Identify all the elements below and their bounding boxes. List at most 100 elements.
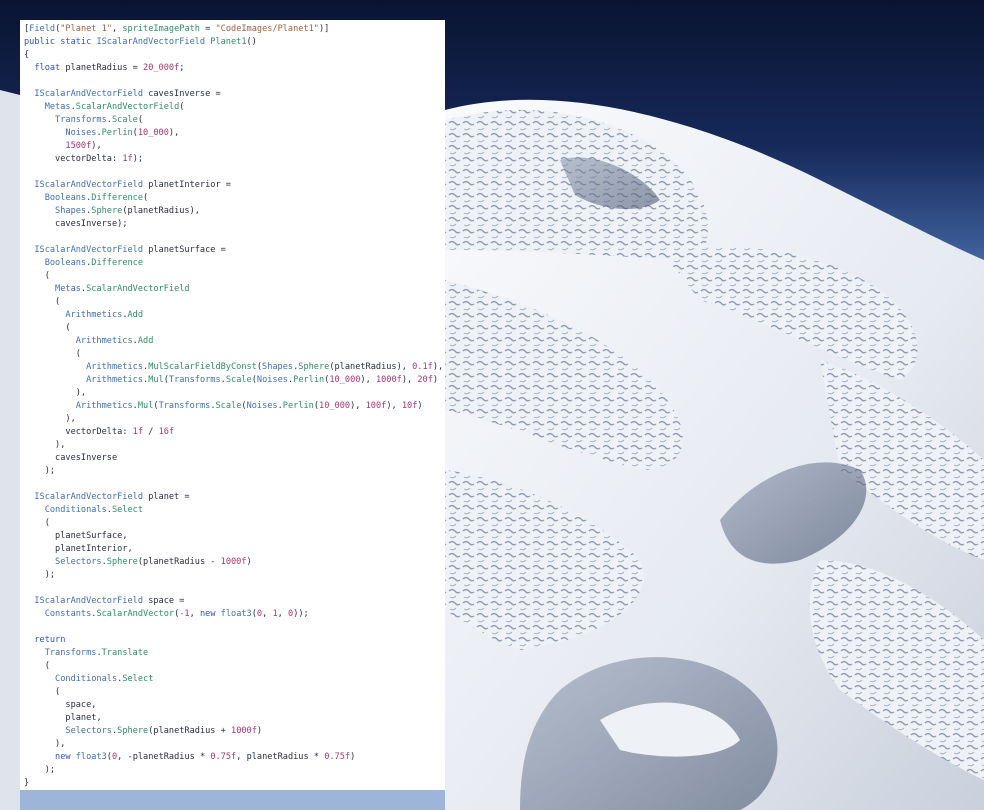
- code-token: ScalarAndVector: [96, 609, 175, 619]
- code-token: ScalarAndVectorField: [86, 284, 190, 294]
- code-token: Field: [29, 24, 56, 34]
- code-token: 1500f: [24, 141, 92, 151]
- code-token: Scale: [215, 401, 242, 411]
- code-token: Transforms: [24, 115, 107, 125]
- code-token: 10_000: [137, 128, 169, 138]
- code-token: Perlin: [293, 375, 325, 385]
- code-token: Select: [111, 505, 144, 515]
- code-token: ),: [24, 440, 66, 450]
- code-token: Perlin: [101, 128, 133, 138]
- code-token: (: [24, 661, 50, 671]
- code-token: /: [143, 427, 159, 437]
- code-panel: [Field("Planet 1", spriteImagePath = "Co…: [20, 20, 445, 790]
- code-token: Scale: [225, 375, 252, 385]
- code-line: Metas.ScalarAndVectorField(: [24, 101, 445, 114]
- code-token: IScalarAndVectorField: [24, 89, 149, 99]
- code-line: planetSurface,: [24, 530, 445, 543]
- code-token: Arithmetics: [24, 401, 133, 411]
- code-line: cavesInverse: [24, 452, 445, 465]
- code-token: (: [24, 297, 61, 307]
- code-token: -1: [179, 609, 190, 619]
- code-token: ),: [386, 401, 402, 411]
- code-token: Mul: [148, 375, 164, 385]
- code-token: Sphere: [117, 726, 149, 736]
- code-token: =: [210, 89, 221, 99]
- code-line: IScalarAndVectorField planetSurface =: [24, 244, 445, 257]
- code-token: space: [148, 596, 175, 606]
- code-token: vectorDelta: [24, 427, 123, 437]
- code-token: ),: [24, 388, 87, 398]
- code-line: (: [24, 322, 445, 335]
- code-token: planetRadius: [246, 752, 309, 762]
- code-token: IScalarAndVectorField: [24, 245, 149, 255]
- code-token: space: [24, 700, 92, 710]
- code-token: Booleans: [24, 193, 87, 203]
- code-token: *: [194, 752, 211, 762]
- code-token: planetSurface: [24, 531, 123, 541]
- code-line: (: [24, 517, 445, 530]
- code-token: ),: [189, 206, 200, 216]
- code-token: ScalarAndVectorField: [75, 102, 180, 112]
- code-token: ));: [293, 609, 309, 619]
- code-token: Conditionals: [24, 505, 107, 515]
- code-token: Scale: [111, 115, 138, 125]
- code-token: ,: [236, 752, 247, 762]
- code-token: (: [24, 518, 50, 528]
- code-token: planetRadius: [143, 557, 206, 567]
- code-token: *: [308, 752, 325, 762]
- code-line: new float3(0, -planetRadius * 0.75f, pla…: [24, 751, 445, 764]
- code-token: planetInterior: [148, 180, 221, 190]
- code-token: Conditionals: [24, 674, 118, 684]
- code-line: Arithmetics.Mul(Transforms.Scale(Noises.…: [24, 400, 445, 413]
- code-line: vectorDelta: 1f);: [24, 153, 445, 166]
- code-token: ,: [112, 24, 123, 34]
- code-token: planetRadius: [65, 63, 128, 73]
- code-token: spriteImagePath: [122, 24, 200, 34]
- code-token: =: [127, 63, 144, 73]
- code-token: planet: [148, 492, 180, 502]
- code-line: Arithmetics.Mul(Transforms.Scale(Noises.…: [24, 374, 445, 387]
- code-token: float: [24, 63, 66, 73]
- code-token: Shapes: [262, 362, 294, 372]
- code-token: planetInterior: [24, 544, 128, 554]
- code-token: cavesInverse: [24, 453, 118, 463]
- code-token: ),: [91, 141, 102, 151]
- code-line: );: [24, 569, 445, 582]
- code-token: ,: [262, 609, 273, 619]
- code-token: ),: [24, 739, 66, 749]
- code-token: Sphere: [106, 557, 138, 567]
- code-token: , -: [117, 752, 133, 762]
- code-line: Selectors.Sphere(planetRadius + 1000f): [24, 725, 445, 738]
- code-line: [Field("Planet 1", spriteImagePath = "Co…: [24, 23, 445, 36]
- code-token: cavesInverse: [148, 89, 211, 99]
- code-token: Difference: [91, 258, 144, 268]
- code-token: Difference: [91, 193, 144, 203]
- code-line: Metas.ScalarAndVectorField: [24, 283, 445, 296]
- code-token: 20_000f: [143, 63, 180, 73]
- code-token: 1000f: [220, 557, 247, 567]
- code-line: 1500f),: [24, 140, 445, 153]
- code-token: (: [179, 102, 185, 112]
- code-token: );: [117, 219, 128, 229]
- code-token: Translate: [101, 648, 149, 658]
- code-token: =: [215, 245, 226, 255]
- code-token: ),: [350, 401, 366, 411]
- code-line: (: [24, 348, 445, 361]
- code-line: Arithmetics.Add: [24, 309, 445, 322]
- code-token: (: [137, 115, 144, 125]
- code-token: Planet1: [210, 37, 247, 47]
- code-line: );: [24, 764, 445, 777]
- code-line: Booleans.Difference: [24, 257, 445, 270]
- code-token: );: [24, 570, 56, 580]
- code-token: ): [256, 726, 263, 736]
- code-token: ),: [396, 362, 413, 372]
- code-token: Constants: [24, 609, 92, 619]
- code-token: ): [350, 752, 356, 762]
- code-token: Metas: [24, 284, 81, 294]
- code-line: space,: [24, 699, 445, 712]
- code-token: Sphere: [298, 362, 330, 372]
- code-token: "Planet 1": [60, 24, 112, 34]
